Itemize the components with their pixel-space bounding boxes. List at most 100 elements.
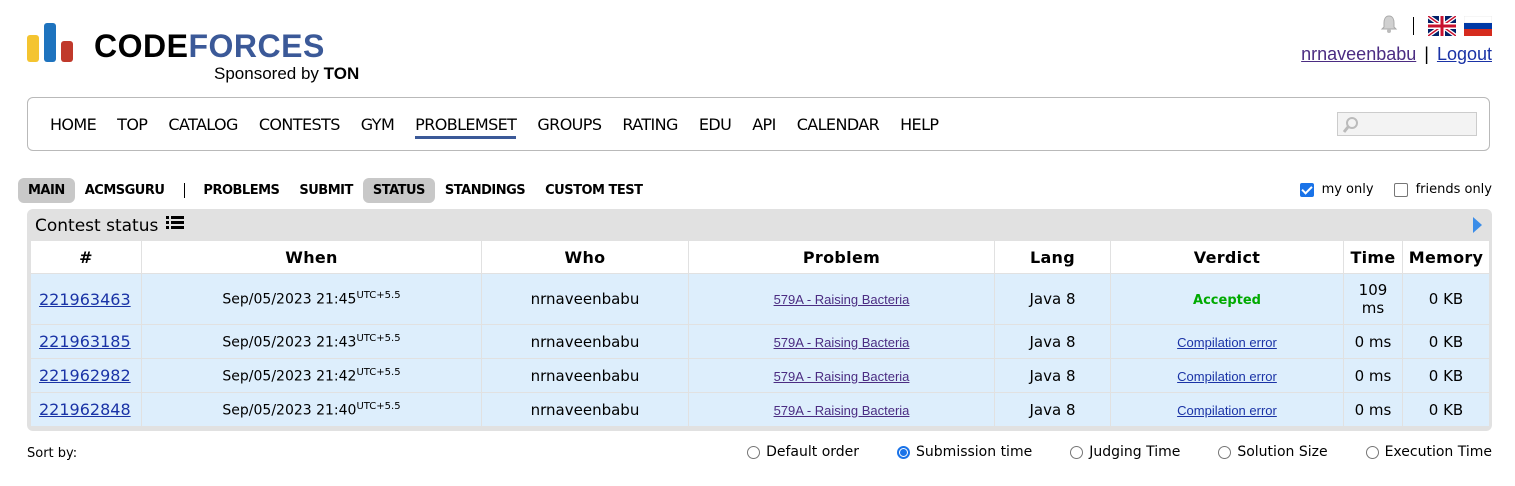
timezone-label: UTC+5.5 bbox=[356, 366, 401, 378]
list-icon[interactable] bbox=[166, 215, 185, 236]
when-text: Sep/05/2023 21:42 bbox=[222, 368, 357, 385]
menu-item-home[interactable]: HOME bbox=[50, 115, 97, 139]
sponsor-line: Sponsored by TON bbox=[214, 64, 359, 84]
table-row: 221962982 Sep/05/2023 21:42UTC+5.5 nrnav… bbox=[31, 358, 1489, 393]
cell-when: Sep/05/2023 21:43UTC+5.5 bbox=[141, 324, 482, 359]
menu-item-help[interactable]: HELP bbox=[900, 115, 939, 139]
sort-options: Default order Submission time Judging Ti… bbox=[747, 444, 1492, 460]
menu-item-problemset[interactable]: PROBLEMSET bbox=[415, 115, 517, 139]
sort-size-label: Solution Size bbox=[1237, 444, 1328, 460]
cell-verdict: Compilation error bbox=[1110, 324, 1344, 359]
sort-judging-radio[interactable] bbox=[1070, 445, 1084, 459]
sort-execution-time[interactable]: Execution Time bbox=[1365, 444, 1492, 460]
header-icons bbox=[1379, 14, 1493, 38]
tab-main[interactable]: MAIN bbox=[18, 177, 75, 203]
sort-submission-label: Submission time bbox=[916, 444, 1033, 460]
username-link[interactable]: nrnaveenbabu bbox=[1301, 44, 1416, 64]
cell-memory: 0 KB bbox=[1402, 324, 1489, 359]
sort-by-label: Sort by: bbox=[27, 446, 78, 461]
tab-submit[interactable]: SUBMIT bbox=[289, 178, 362, 203]
codeforces-logo[interactable]: CODEFORCES Sponsored by TON bbox=[27, 22, 387, 86]
col-header-problem: Problem bbox=[688, 241, 995, 274]
sort-default-order[interactable]: Default order bbox=[747, 444, 859, 460]
col-header-time: Time bbox=[1343, 241, 1403, 274]
menu-item-edu[interactable]: EDU bbox=[699, 115, 732, 139]
menu-item-catalog[interactable]: CATALOG bbox=[168, 115, 238, 139]
cell-id: 221962848 bbox=[31, 392, 142, 426]
cell-time: 0 ms bbox=[1343, 392, 1403, 426]
verdict-compilation-error-link[interactable]: Compilation error bbox=[1177, 403, 1277, 418]
sort-submission-time[interactable]: Submission time bbox=[897, 444, 1032, 460]
friends-only-label: friends only bbox=[1415, 182, 1492, 197]
sort-submission-radio[interactable] bbox=[897, 445, 911, 459]
timezone-label: UTC+5.5 bbox=[356, 400, 401, 412]
sort-judging-label: Judging Time bbox=[1089, 444, 1181, 460]
submission-id-link[interactable]: 221962982 bbox=[39, 366, 131, 385]
col-header-who: Who bbox=[481, 241, 689, 274]
cell-memory: 0 KB bbox=[1402, 273, 1489, 325]
problem-link[interactable]: 579A - Raising Bacteria bbox=[774, 335, 910, 350]
submission-id-link[interactable]: 221962848 bbox=[39, 400, 131, 419]
search-input[interactable] bbox=[1337, 112, 1477, 136]
problem-link[interactable]: 579A - Raising Bacteria bbox=[774, 369, 910, 384]
when-text: Sep/05/2023 21:40 bbox=[222, 402, 357, 419]
status-filters: my only friends only bbox=[1299, 182, 1492, 197]
sort-solution-size[interactable]: Solution Size bbox=[1218, 444, 1328, 460]
cell-problem: 579A - Raising Bacteria bbox=[688, 392, 995, 426]
tab-custom-test[interactable]: CUSTOM TEST bbox=[535, 178, 652, 203]
sort-size-radio[interactable] bbox=[1218, 445, 1232, 459]
tab-acmsguru[interactable]: ACMSGURU bbox=[75, 178, 175, 203]
sort-execution-radio[interactable] bbox=[1365, 445, 1379, 459]
menu-item-contests[interactable]: CONTESTS bbox=[259, 115, 341, 139]
icon-separator bbox=[1413, 17, 1414, 35]
menu-item-rating[interactable]: RATING bbox=[622, 115, 678, 139]
submission-id-link[interactable]: 221963185 bbox=[39, 332, 131, 351]
cell-problem: 579A - Raising Bacteria bbox=[688, 358, 995, 393]
cell-when: Sep/05/2023 21:42UTC+5.5 bbox=[141, 358, 482, 393]
menu-item-api[interactable]: API bbox=[752, 115, 776, 139]
cell-verdict: Accepted bbox=[1110, 273, 1344, 325]
cell-who: nrnaveenbabu bbox=[481, 273, 689, 325]
sort-judging-time[interactable]: Judging Time bbox=[1070, 444, 1180, 460]
sponsor-name: TON bbox=[323, 64, 360, 83]
menu-item-calendar[interactable]: CALENDAR bbox=[797, 115, 880, 139]
tab-status[interactable]: STATUS bbox=[362, 177, 435, 203]
menu-item-top[interactable]: TOP bbox=[117, 115, 148, 139]
problem-link[interactable]: 579A - Raising Bacteria bbox=[774, 403, 910, 418]
verdict-accepted: Accepted bbox=[1193, 293, 1261, 308]
timezone-label: UTC+5.5 bbox=[356, 332, 401, 344]
cell-lang: Java 8 bbox=[994, 273, 1111, 325]
cell-who: nrnaveenbabu bbox=[481, 358, 689, 393]
bell-icon[interactable] bbox=[1379, 14, 1399, 38]
friends-only-checkbox[interactable] bbox=[1393, 182, 1408, 197]
friends-only-filter[interactable]: friends only bbox=[1393, 182, 1492, 197]
col-header-when: When bbox=[141, 241, 482, 274]
cell-memory: 0 KB bbox=[1402, 392, 1489, 426]
tab-separator bbox=[184, 182, 186, 198]
russia-flag-icon[interactable] bbox=[1463, 15, 1493, 36]
main-menu: HOME TOP CATALOG CONTESTS GYM PROBLEMSET… bbox=[27, 97, 1490, 151]
table-row: 221962848 Sep/05/2023 21:40UTC+5.5 nrnav… bbox=[31, 392, 1489, 426]
cell-time: 109 ms bbox=[1343, 273, 1403, 325]
logout-link[interactable]: Logout bbox=[1437, 44, 1492, 64]
tab-standings[interactable]: STANDINGS bbox=[435, 178, 535, 203]
status-title-text: Contest status bbox=[35, 215, 159, 236]
user-links-separator: | bbox=[1424, 44, 1429, 64]
tab-problems[interactable]: PROBLEMS bbox=[193, 178, 289, 203]
menu-item-groups[interactable]: GROUPS bbox=[537, 115, 602, 139]
user-links: nrnaveenbabu | Logout bbox=[1301, 44, 1492, 65]
verdict-compilation-error-link[interactable]: Compilation error bbox=[1177, 335, 1277, 350]
submission-id-link[interactable]: 221963463 bbox=[39, 290, 131, 309]
menu-item-gym[interactable]: GYM bbox=[361, 115, 395, 139]
problemset-nav: MAIN ACMSGURU PROBLEMS SUBMIT STATUS STA… bbox=[18, 177, 652, 203]
my-only-checkbox[interactable] bbox=[1299, 182, 1314, 197]
problem-link[interactable]: 579A - Raising Bacteria bbox=[774, 292, 910, 307]
uk-flag-icon[interactable] bbox=[1426, 14, 1458, 38]
verdict-compilation-error-link[interactable]: Compilation error bbox=[1177, 369, 1277, 384]
logo-bar-yellow bbox=[27, 35, 39, 62]
next-page-arrow-icon[interactable] bbox=[1473, 217, 1482, 233]
sort-default-radio[interactable] bbox=[747, 445, 761, 459]
sponsor-prefix: Sponsored by bbox=[214, 64, 324, 83]
cell-lang: Java 8 bbox=[994, 324, 1111, 359]
my-only-filter[interactable]: my only bbox=[1299, 182, 1374, 197]
